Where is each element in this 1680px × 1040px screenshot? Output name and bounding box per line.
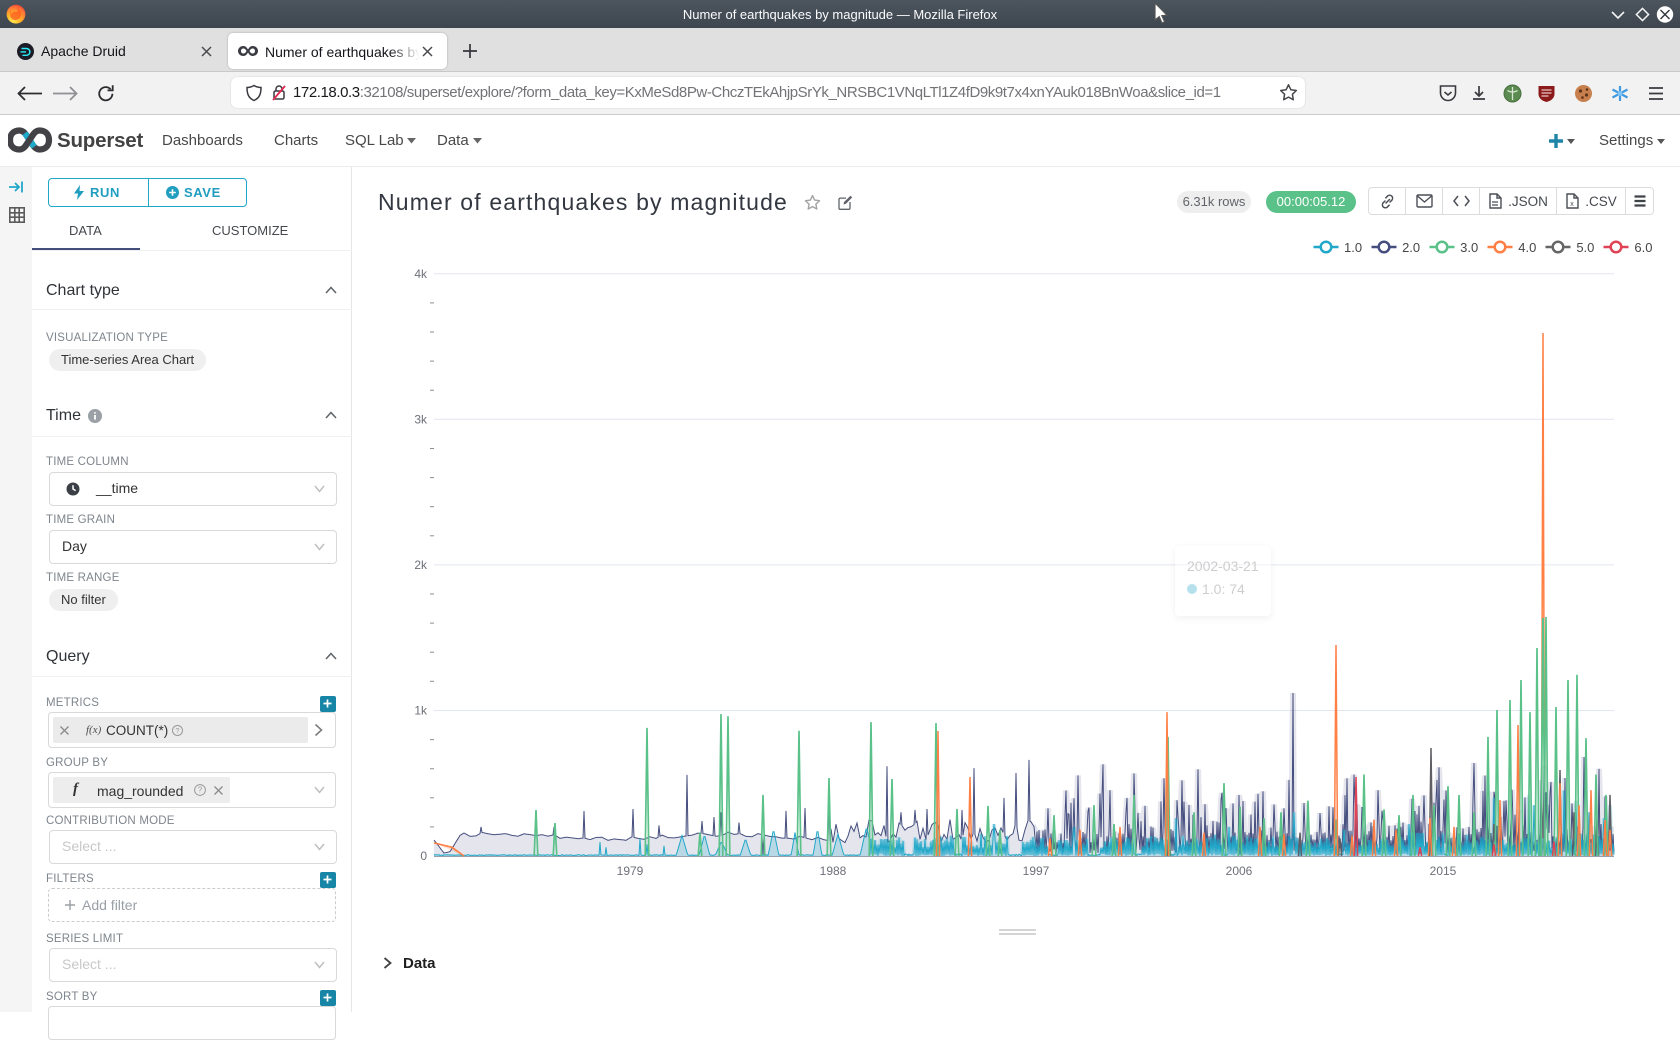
svg-text:2015: 2015 [1430,864,1457,878]
svg-text:1988: 1988 [820,864,847,878]
svg-text:3k: 3k [414,412,428,426]
svg-text:2006: 2006 [1226,864,1253,878]
svg-text:0: 0 [420,849,427,863]
svg-text:1k: 1k [414,704,428,718]
svg-text:2k: 2k [414,558,428,572]
svg-text:4k: 4k [414,267,428,281]
svg-text:1997: 1997 [1023,864,1050,878]
svg-text:1979: 1979 [617,864,644,878]
